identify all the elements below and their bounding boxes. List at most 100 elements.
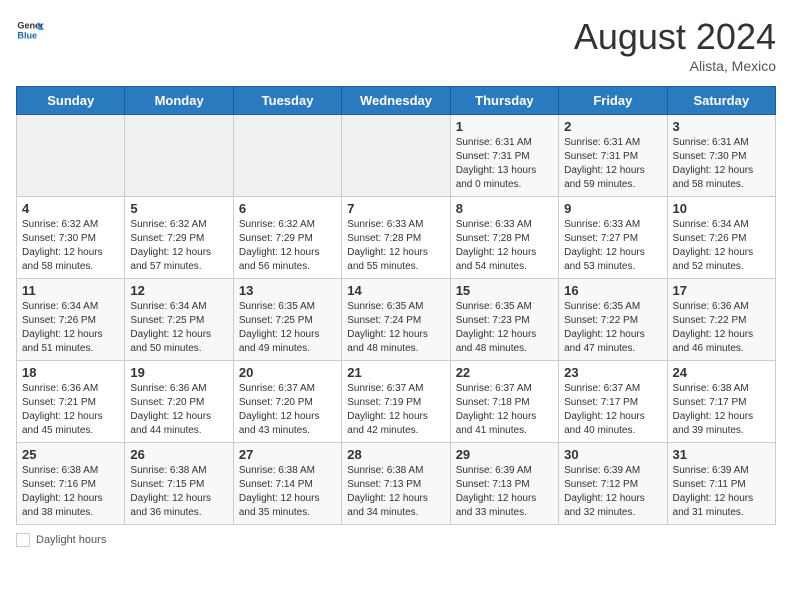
calendar-day-cell: 25 Sunrise: 6:38 AM Sunset: 7:16 PM Dayli… [17, 443, 125, 525]
calendar-day-cell: 15 Sunrise: 6:35 AM Sunset: 7:23 PM Dayli… [450, 279, 558, 361]
day-number: 6 [239, 201, 336, 216]
day-number: 11 [22, 283, 119, 298]
calendar-day-cell: 1 Sunrise: 6:31 AM Sunset: 7:31 PM Daylig… [450, 115, 558, 197]
day-number: 13 [239, 283, 336, 298]
day-info: Sunrise: 6:33 AM Sunset: 7:27 PM Dayligh… [564, 218, 661, 274]
month-year: August 2024 [574, 16, 776, 58]
calendar-day-cell: 2 Sunrise: 6:31 AM Sunset: 7:31 PM Daylig… [559, 115, 667, 197]
calendar-day-cell: 7Sunrise: 6:33 AM Sunset: 7:28 PM Daylig… [342, 197, 450, 279]
day-number: 22 [456, 365, 553, 380]
calendar-day-cell: 17 Sunrise: 6:36 AM Sunset: 7:22 PM Dayli… [667, 279, 775, 361]
day-number: 23 [564, 365, 661, 380]
calendar-day-cell: 8Sunrise: 6:33 AM Sunset: 7:28 PM Daylig… [450, 197, 558, 279]
calendar-day-cell: 23 Sunrise: 6:37 AM Sunset: 7:17 PM Dayli… [559, 361, 667, 443]
calendar-day-cell [125, 115, 233, 197]
day-info: Sunrise: 6:32 AM Sunset: 7:29 PM Dayligh… [130, 218, 227, 274]
day-info: Sunrise: 6:34 AM Sunset: 7:25 PM Dayligh… [130, 300, 227, 356]
day-number: 2 [564, 119, 661, 134]
day-info: Sunrise: 6:31 AM Sunset: 7:31 PM Dayligh… [456, 136, 553, 192]
day-info: Sunrise: 6:38 AM Sunset: 7:16 PM Dayligh… [22, 464, 119, 520]
calendar-day-cell: 19Sunrise: 6:36 AM Sunset: 7:20 PM Dayli… [125, 361, 233, 443]
day-info: Sunrise: 6:33 AM Sunset: 7:28 PM Dayligh… [456, 218, 553, 274]
footer-box [16, 533, 30, 547]
day-of-week-header: Saturday [667, 87, 775, 115]
day-info: Sunrise: 6:36 AM Sunset: 7:22 PM Dayligh… [673, 300, 770, 356]
day-number: 14 [347, 283, 444, 298]
footer-label: Daylight hours [36, 534, 106, 546]
day-info: Sunrise: 6:36 AM Sunset: 7:21 PM Dayligh… [22, 382, 119, 438]
day-number: 17 [673, 283, 770, 298]
day-number: 31 [673, 447, 770, 462]
calendar-week-row: 25 Sunrise: 6:38 AM Sunset: 7:16 PM Dayli… [17, 443, 776, 525]
day-of-week-header: Sunday [17, 87, 125, 115]
calendar-day-cell: 20Sunrise: 6:37 AM Sunset: 7:20 PM Dayli… [233, 361, 341, 443]
day-number: 30 [564, 447, 661, 462]
calendar-day-cell [342, 115, 450, 197]
calendar-day-cell: 27 Sunrise: 6:38 AM Sunset: 7:14 PM Dayli… [233, 443, 341, 525]
day-info: Sunrise: 6:35 AM Sunset: 7:23 PM Dayligh… [456, 300, 553, 356]
day-of-week-header: Tuesday [233, 87, 341, 115]
day-number: 27 [239, 447, 336, 462]
day-info: Sunrise: 6:32 AM Sunset: 7:30 PM Dayligh… [22, 218, 119, 274]
day-of-week-header: Monday [125, 87, 233, 115]
day-number: 4 [22, 201, 119, 216]
day-info: Sunrise: 6:39 AM Sunset: 7:13 PM Dayligh… [456, 464, 553, 520]
day-of-week-header: Wednesday [342, 87, 450, 115]
day-info: Sunrise: 6:35 AM Sunset: 7:24 PM Dayligh… [347, 300, 444, 356]
day-number: 3 [673, 119, 770, 134]
day-info: Sunrise: 6:35 AM Sunset: 7:25 PM Dayligh… [239, 300, 336, 356]
day-number: 12 [130, 283, 227, 298]
calendar-day-cell: 29 Sunrise: 6:39 AM Sunset: 7:13 PM Dayli… [450, 443, 558, 525]
calendar-day-cell: 9 Sunrise: 6:33 AM Sunset: 7:27 PM Daylig… [559, 197, 667, 279]
day-number: 16 [564, 283, 661, 298]
calendar-day-cell: 4 Sunrise: 6:32 AM Sunset: 7:30 PM Daylig… [17, 197, 125, 279]
day-info: Sunrise: 6:34 AM Sunset: 7:26 PM Dayligh… [673, 218, 770, 274]
calendar-day-cell: 18 Sunrise: 6:36 AM Sunset: 7:21 PM Dayli… [17, 361, 125, 443]
page-header: General Blue August 2024 Alista, Mexico [16, 16, 776, 74]
day-number: 19 [130, 365, 227, 380]
logo-icon: General Blue [16, 16, 44, 44]
calendar-day-cell: 21Sunrise: 6:37 AM Sunset: 7:19 PM Dayli… [342, 361, 450, 443]
day-number: 10 [673, 201, 770, 216]
calendar-day-cell: 5Sunrise: 6:32 AM Sunset: 7:29 PM Daylig… [125, 197, 233, 279]
day-of-week-header: Friday [559, 87, 667, 115]
calendar-day-cell: 3 Sunrise: 6:31 AM Sunset: 7:30 PM Daylig… [667, 115, 775, 197]
day-info: Sunrise: 6:32 AM Sunset: 7:29 PM Dayligh… [239, 218, 336, 274]
calendar-day-cell: 26Sunrise: 6:38 AM Sunset: 7:15 PM Dayli… [125, 443, 233, 525]
day-of-week-header: Thursday [450, 87, 558, 115]
calendar-day-cell: 12 Sunrise: 6:34 AM Sunset: 7:25 PM Dayli… [125, 279, 233, 361]
calendar-week-row: 4 Sunrise: 6:32 AM Sunset: 7:30 PM Daylig… [17, 197, 776, 279]
calendar-day-cell [233, 115, 341, 197]
day-number: 28 [347, 447, 444, 462]
calendar-day-cell: 22 Sunrise: 6:37 AM Sunset: 7:18 PM Dayli… [450, 361, 558, 443]
calendar-table: SundayMondayTuesdayWednesdayThursdayFrid… [16, 86, 776, 525]
day-number: 29 [456, 447, 553, 462]
day-info: Sunrise: 6:38 AM Sunset: 7:17 PM Dayligh… [673, 382, 770, 438]
calendar-day-cell: 30Sunrise: 6:39 AM Sunset: 7:12 PM Dayli… [559, 443, 667, 525]
day-info: Sunrise: 6:37 AM Sunset: 7:17 PM Dayligh… [564, 382, 661, 438]
calendar-day-cell: 13 Sunrise: 6:35 AM Sunset: 7:25 PM Dayli… [233, 279, 341, 361]
day-info: Sunrise: 6:31 AM Sunset: 7:30 PM Dayligh… [673, 136, 770, 192]
day-info: Sunrise: 6:38 AM Sunset: 7:14 PM Dayligh… [239, 464, 336, 520]
location: Alista, Mexico [574, 58, 776, 74]
day-info: Sunrise: 6:37 AM Sunset: 7:18 PM Dayligh… [456, 382, 553, 438]
svg-text:Blue: Blue [17, 30, 37, 40]
calendar-day-cell: 14 Sunrise: 6:35 AM Sunset: 7:24 PM Dayli… [342, 279, 450, 361]
day-number: 18 [22, 365, 119, 380]
day-number: 1 [456, 119, 553, 134]
calendar-week-row: 11Sunrise: 6:34 AM Sunset: 7:26 PM Dayli… [17, 279, 776, 361]
calendar-day-cell: 10 Sunrise: 6:34 AM Sunset: 7:26 PM Dayli… [667, 197, 775, 279]
day-number: 9 [564, 201, 661, 216]
day-number: 25 [22, 447, 119, 462]
day-info: Sunrise: 6:31 AM Sunset: 7:31 PM Dayligh… [564, 136, 661, 192]
logo: General Blue [16, 16, 44, 44]
title-block: August 2024 Alista, Mexico [574, 16, 776, 74]
day-info: Sunrise: 6:39 AM Sunset: 7:11 PM Dayligh… [673, 464, 770, 520]
calendar-day-cell: 28Sunrise: 6:38 AM Sunset: 7:13 PM Dayli… [342, 443, 450, 525]
day-number: 21 [347, 365, 444, 380]
day-number: 15 [456, 283, 553, 298]
day-info: Sunrise: 6:37 AM Sunset: 7:20 PM Dayligh… [239, 382, 336, 438]
calendar-week-row: 1 Sunrise: 6:31 AM Sunset: 7:31 PM Daylig… [17, 115, 776, 197]
day-info: Sunrise: 6:35 AM Sunset: 7:22 PM Dayligh… [564, 300, 661, 356]
day-number: 24 [673, 365, 770, 380]
